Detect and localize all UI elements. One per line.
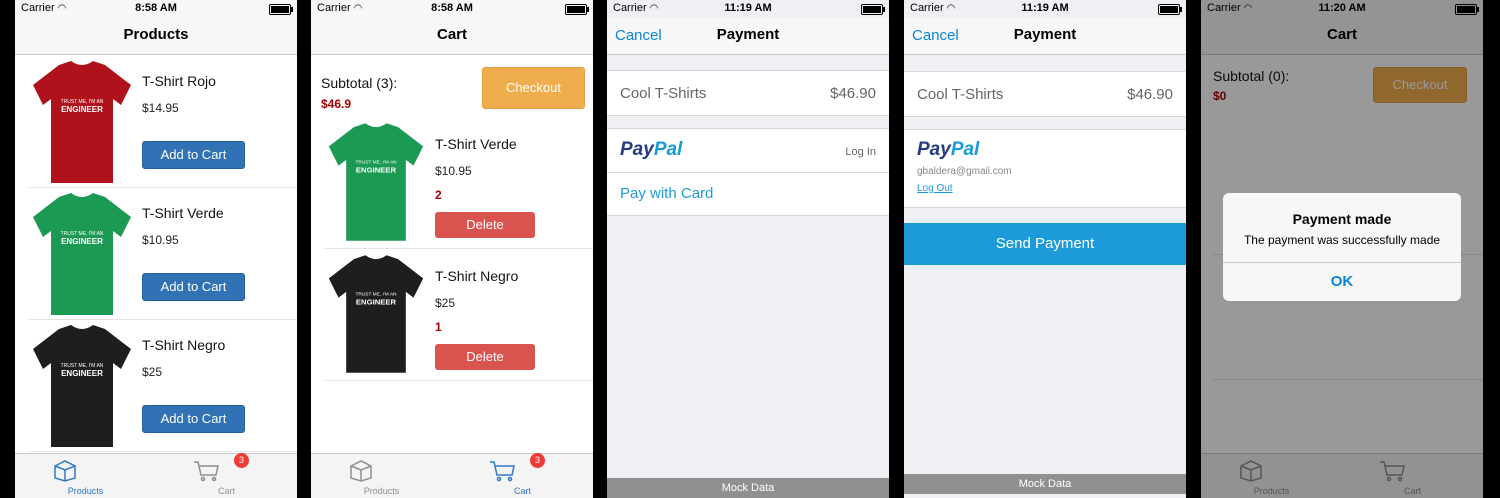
item-price: $25 <box>435 296 456 310</box>
svg-text:ENGINEER: ENGINEER <box>61 237 103 246</box>
pay-with-card-button[interactable]: Pay with Card <box>620 185 713 202</box>
cart-content[interactable]: Subtotal (3): $46.9 Checkout TRUST ME, I… <box>311 55 593 454</box>
cancel-button[interactable]: Cancel <box>912 27 959 44</box>
checkout-button[interactable]: Checkout <box>482 67 585 109</box>
tshirt-image: TRUST ME, I'M AN ENGINEER <box>33 193 131 315</box>
logout-link[interactable]: Log Out <box>917 183 953 194</box>
tab-label: Products <box>363 486 400 496</box>
merchant-name: Cool T-Shirts <box>917 86 1004 103</box>
item-quantity: 2 <box>435 188 442 202</box>
paypal-logo: PayPal <box>917 139 980 160</box>
item-quantity: 1 <box>435 320 442 334</box>
tab-label: Cart <box>513 486 531 496</box>
tab-bar: Products 3 Cart <box>311 453 593 498</box>
status-bar: Carrier ◠ 11:19 AM <box>904 0 1186 18</box>
status-bar: Carrier ◠ 11:19 AM <box>607 0 889 18</box>
account-email: gbaldera@gmail.com <box>917 166 1012 177</box>
battery-icon <box>861 4 885 15</box>
add-to-cart-button[interactable]: Add to Cart <box>142 405 245 433</box>
screen-products: Carrier ◠ 8:58 AM Products TRUST ME, I'M … <box>15 0 297 498</box>
paypal-account: PayPal gbaldera@gmail.com Log Out <box>904 129 1186 208</box>
order-amount: $46.90 <box>830 85 876 102</box>
screen-payment-confirm: Carrier ◠ 11:19 AM Payment Cancel Cool T-… <box>904 0 1186 498</box>
tshirt-image: TRUST ME, I'M AN ENGINEER <box>328 123 424 241</box>
product-price: $10.95 <box>142 233 179 247</box>
order-amount: $46.90 <box>1127 86 1173 103</box>
battery-icon <box>1158 4 1182 15</box>
svg-text:ENGINEER: ENGINEER <box>61 369 103 378</box>
list-item: TRUST ME, I'M AN ENGINEER T-Shirt Negro … <box>29 319 297 452</box>
status-bar: Carrier ◠ 8:58 AM <box>15 0 297 18</box>
paypal-section: PayPal Log In Pay with Card <box>607 128 889 216</box>
alert-message: The payment was successfully made <box>1243 233 1441 247</box>
cancel-button[interactable]: Cancel <box>615 27 662 44</box>
add-to-cart-button[interactable]: Add to Cart <box>142 273 245 301</box>
merchant-name: Cool T-Shirts <box>620 85 707 102</box>
item-name: T-Shirt Negro <box>435 268 519 284</box>
divider <box>607 172 889 173</box>
item-name: T-Shirt Verde <box>435 136 517 152</box>
cart-badge: 3 <box>530 453 545 468</box>
delete-button[interactable]: Delete <box>435 344 535 370</box>
table-row: TRUST ME, I'M AN ENGINEER T-Shirt Negro … <box>325 249 593 381</box>
table-row: TRUST ME, I'M AN ENGINEER T-Shirt Verde … <box>325 117 593 249</box>
login-link[interactable]: Log In <box>845 146 876 158</box>
nav-bar: Payment Cancel <box>904 18 1186 55</box>
box-icon <box>54 460 76 482</box>
order-summary: Cool T-Shirts $46.90 <box>607 70 889 116</box>
nav-bar: Cart <box>311 18 593 55</box>
product-list[interactable]: TRUST ME, I'M AN ENGINEER T-Shirt Rojo $… <box>15 55 297 454</box>
alert-dialog: Payment made The payment was successfull… <box>1223 193 1461 301</box>
subtotal-amount: $46.9 <box>321 97 352 111</box>
product-name: T-Shirt Rojo <box>142 73 216 89</box>
mock-data-banner: Mock Data <box>904 474 1186 494</box>
svg-text:ENGINEER: ENGINEER <box>61 105 103 114</box>
ok-button[interactable]: OK <box>1223 263 1461 301</box>
send-payment-button[interactable]: Send Payment <box>904 223 1186 265</box>
tab-cart[interactable]: 3 Cart <box>156 453 297 498</box>
nav-bar: Payment Cancel <box>607 18 889 55</box>
screen-cart: Carrier ◠ 8:58 AM Cart Subtotal (3): $46.… <box>311 0 593 498</box>
battery-icon <box>269 4 293 15</box>
nav-bar: Products <box>15 18 297 55</box>
list-item: TRUST ME, I'M AN ENGINEER T-Shirt Verde … <box>29 187 297 320</box>
subtotal-label: Subtotal (3): <box>321 75 398 91</box>
tshirt-image: TRUST ME, I'M AN ENGINEER <box>328 255 424 373</box>
tshirt-image: TRUST ME, I'M AN ENGINEER <box>33 325 131 447</box>
box-icon <box>350 460 372 482</box>
product-name: T-Shirt Negro <box>142 337 226 353</box>
paypal-logo: PayPal <box>620 139 683 160</box>
tab-products[interactable]: Products <box>311 454 452 498</box>
cart-badge: 3 <box>234 453 249 468</box>
product-price: $25 <box>142 365 163 379</box>
product-price: $14.95 <box>142 101 179 115</box>
alert-title: Payment made <box>1292 211 1392 227</box>
screen-payment-login: Carrier ◠ 11:19 AM Payment Cancel Cool T-… <box>607 0 889 498</box>
status-time: 11:19 AM <box>724 2 772 14</box>
battery-icon <box>565 4 589 15</box>
status-time: 11:19 AM <box>1021 2 1069 14</box>
add-to-cart-button[interactable]: Add to Cart <box>142 141 245 169</box>
svg-text:ENGINEER: ENGINEER <box>356 297 397 306</box>
item-price: $10.95 <box>435 164 472 178</box>
list-item: TRUST ME, I'M AN ENGINEER T-Shirt Rojo $… <box>29 55 297 188</box>
screen-cart-alert: Carrier ◠ 11:20 AM Cart Subtotal (0): $0 … <box>1201 0 1483 498</box>
tab-label: Products <box>67 486 104 496</box>
status-time: 8:58 AM <box>135 2 177 14</box>
tshirt-image: TRUST ME, I'M AN ENGINEER <box>33 61 131 183</box>
svg-text:ENGINEER: ENGINEER <box>356 165 397 174</box>
nav-title: Products <box>123 26 189 43</box>
order-summary: Cool T-Shirts $46.90 <box>904 71 1186 117</box>
delete-button[interactable]: Delete <box>435 212 535 238</box>
tab-products[interactable]: Products <box>15 454 156 498</box>
nav-title: Cart <box>436 26 467 43</box>
status-time: 8:58 AM <box>431 2 473 14</box>
tab-bar: Products 3 Cart <box>15 453 297 498</box>
tab-label: Cart <box>217 486 235 496</box>
product-name: T-Shirt Verde <box>142 205 224 221</box>
mock-data-banner: Mock Data <box>607 478 889 498</box>
tab-cart[interactable]: 3 Cart <box>452 453 593 498</box>
status-bar: Carrier ◠ 8:58 AM <box>311 0 593 18</box>
